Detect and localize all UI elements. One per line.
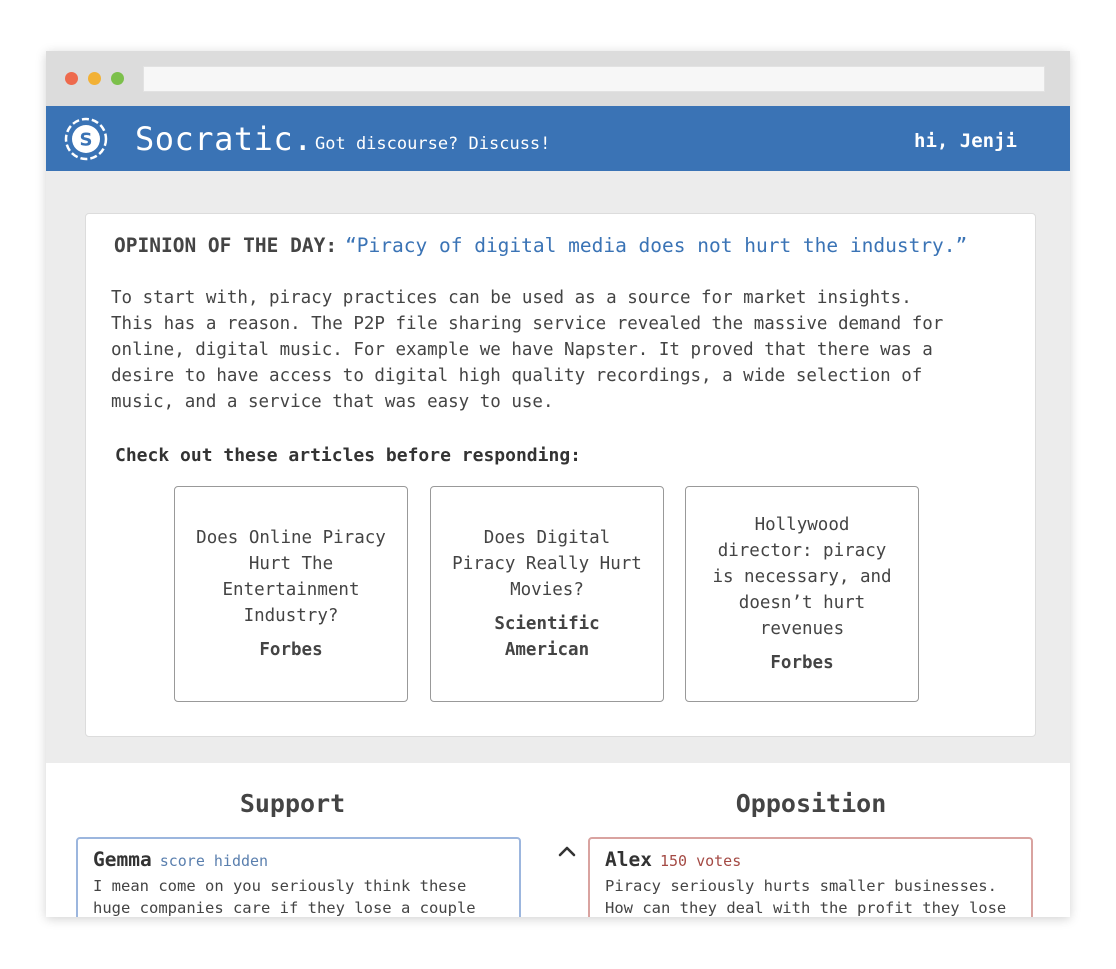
response-text-line: Piracy seriously hurts smaller businesse… [605, 877, 997, 895]
socratic-logo-icon[interactable]: S [63, 116, 109, 162]
response-header: Alex 150 votes [605, 848, 1016, 871]
opinion-body-line: To start with, piracy practices can be u… [111, 288, 912, 308]
browser-chrome [46, 51, 1070, 106]
articles-heading: Check out these articles before respondi… [115, 445, 581, 466]
opinion-card: OPINION OF THE DAY: “Piracy of digital me… [85, 213, 1036, 737]
svg-text:S: S [80, 130, 93, 151]
response-text: Piracy seriously hurts smaller businesse… [605, 875, 1016, 917]
opinion-body: To start with, piracy practices can be u… [111, 285, 1011, 415]
upvote-chevron-icon[interactable] [556, 841, 578, 861]
article-title: Does Online Piracy Hurt The Entertainmen… [196, 528, 386, 626]
user-greeting[interactable]: hi, Jenji [914, 130, 1017, 152]
opinion-body-line: desire to have access to digital high qu… [111, 366, 923, 386]
response-text-line: huge companies care if they lose a coupl… [93, 899, 476, 917]
address-bar[interactable] [143, 66, 1045, 92]
article-title: Hollywood director: piracy is necessary,… [712, 515, 892, 639]
close-window-button[interactable] [65, 72, 78, 85]
article-source: Forbes [259, 640, 323, 660]
response-author[interactable]: Gemma [93, 848, 152, 871]
opposition-heading: Opposition [735, 789, 887, 818]
opinion-body-line: music, and a service that was easy to us… [111, 392, 554, 412]
opinion-body-line: online, digital music. For example we ha… [111, 340, 933, 360]
support-response[interactable]: Gemma score hidden I mean come on you ser… [76, 837, 521, 917]
article-card[interactable]: Does Online Piracy Hurt The Entertainmen… [174, 486, 408, 702]
browser-window: S Socratic. Got discourse? Discuss! hi, … [46, 51, 1070, 917]
response-text: I mean come on you seriously think these… [93, 875, 504, 917]
response-author[interactable]: Alex [605, 848, 652, 871]
response-text-line: I mean come on you seriously think these [93, 877, 467, 895]
opinion-quote: “Piracy of digital media does not hurt t… [345, 234, 968, 257]
article-source: Scientific American [494, 614, 600, 660]
article-title: Does Digital Piracy Really Hurt Movies? [452, 528, 642, 600]
response-text-line: How can they deal with the profit they l… [605, 899, 1007, 917]
opinion-of-the-day: OPINION OF THE DAY: “Piracy of digital me… [114, 234, 967, 257]
opinion-label: OPINION OF THE DAY: [114, 234, 338, 257]
maximize-window-button[interactable] [111, 72, 124, 85]
tagline: Got discourse? Discuss! [315, 134, 551, 154]
brand-name[interactable]: Socratic. [135, 120, 313, 158]
navbar: S Socratic. Got discourse? Discuss! hi, … [46, 106, 1070, 171]
minimize-window-button[interactable] [88, 72, 101, 85]
article-card[interactable]: Hollywood director: piracy is necessary,… [685, 486, 919, 702]
opposition-response[interactable]: Alex 150 votes Piracy seriously hurts sma… [588, 837, 1033, 917]
article-source: Forbes [770, 653, 834, 673]
article-card[interactable]: Does Digital Piracy Really Hurt Movies? … [430, 486, 664, 702]
discussion-section: Support Opposition Gemma score hidden I m… [46, 763, 1070, 917]
support-heading: Support [239, 789, 346, 818]
opinion-body-line: This has a reason. The P2P file sharing … [111, 314, 944, 334]
response-score: score hidden [159, 852, 269, 870]
response-votes: 150 votes [659, 852, 742, 870]
response-header: Gemma score hidden [93, 848, 504, 871]
